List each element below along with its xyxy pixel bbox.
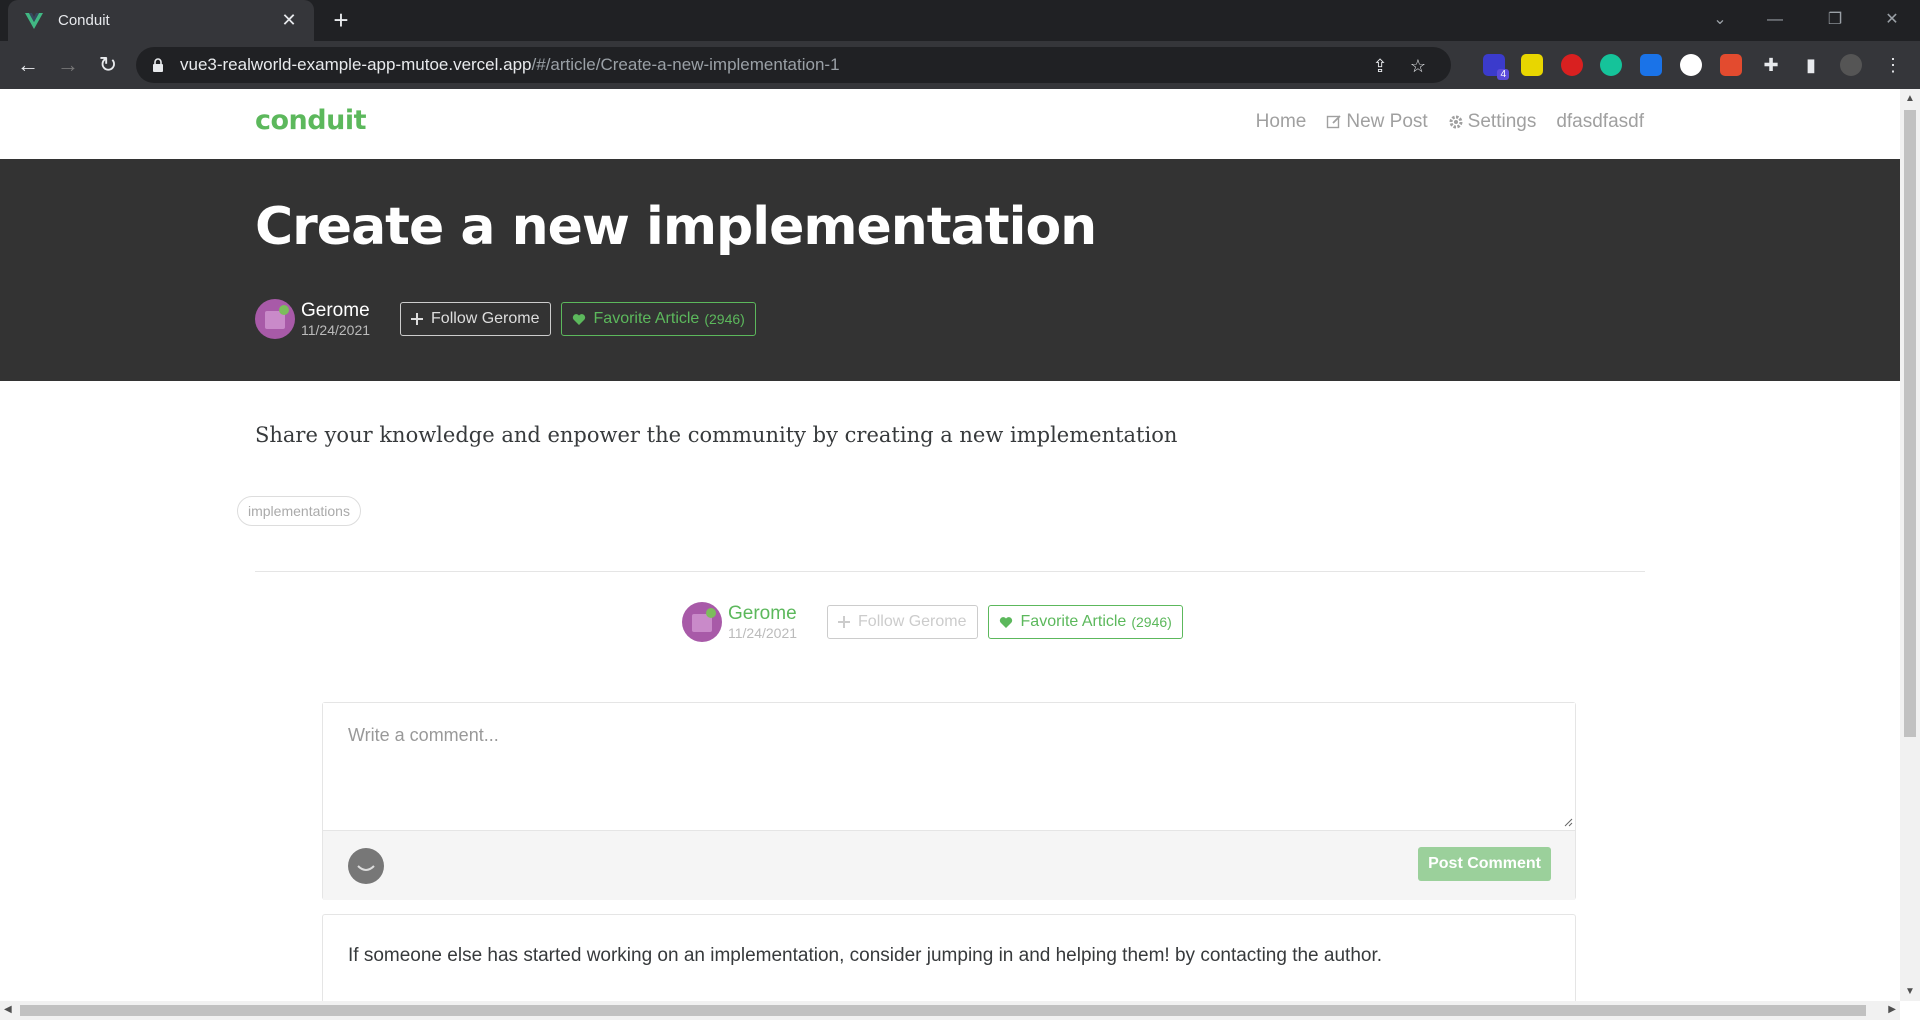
extension-icon[interactable]: [1640, 54, 1662, 76]
page-viewport: conduit Home New Post Settings dfasdfasd…: [0, 89, 1900, 1001]
comment-text: If someone else has started working on a…: [348, 945, 1383, 966]
article-meta: Gerome 11/24/2021 Follow Gerome Favorite…: [255, 299, 756, 339]
nav-new-post[interactable]: New Post: [1326, 111, 1428, 133]
address-bar[interactable]: vue3-realworld-example-app-mutoe.vercel.…: [136, 47, 1451, 83]
forward-icon[interactable]: →: [52, 49, 84, 81]
extension-icon[interactable]: [1680, 54, 1702, 76]
author-info: Gerome 11/24/2021: [301, 301, 370, 337]
follow-button[interactable]: Follow Gerome: [827, 605, 978, 639]
tab-title: Conduit: [58, 12, 110, 29]
article-banner: Create a new implementation Gerome 11/24…: [0, 159, 1900, 381]
browser-tab[interactable]: Conduit ✕: [8, 0, 314, 41]
nav-home[interactable]: Home: [1256, 111, 1307, 133]
favorite-label: Favorite Article: [1020, 613, 1127, 630]
browser-toolbar: ← → ↻ vue3-realworld-example-app-mutoe.v…: [0, 41, 1920, 89]
grammarly-icon[interactable]: [1600, 54, 1622, 76]
nav-profile-label: dfasdfasdf: [1556, 111, 1644, 132]
bookmark-star-icon[interactable]: ☆: [1407, 55, 1429, 77]
plus-icon: [411, 313, 424, 325]
brand-logo[interactable]: conduit: [255, 105, 367, 136]
reload-icon[interactable]: ↻: [92, 49, 124, 81]
follow-button[interactable]: Follow Gerome: [400, 302, 551, 336]
favorite-button[interactable]: Favorite Article (2946): [560, 302, 756, 336]
url-path: /#/article/Create-a-new-implementation-1: [531, 55, 840, 74]
author-name[interactable]: Gerome: [728, 604, 797, 623]
extension-icon[interactable]: [1521, 54, 1543, 76]
favorite-button[interactable]: Favorite Article (2946): [987, 605, 1183, 639]
avatar[interactable]: [682, 602, 722, 642]
horizontal-scroll-thumb[interactable]: [20, 1005, 1866, 1016]
nav-settings-label: Settings: [1467, 111, 1537, 132]
horizontal-scrollbar[interactable]: ◀ ▶: [0, 1001, 1900, 1020]
avatar[interactable]: [255, 299, 295, 339]
divider: [255, 571, 1645, 572]
vertical-scroll-thumb[interactable]: [1904, 110, 1916, 737]
tab-close-icon[interactable]: ✕: [278, 10, 300, 31]
nav-settings[interactable]: Settings: [1448, 111, 1537, 133]
profile-avatar[interactable]: [1840, 54, 1862, 76]
back-icon[interactable]: ←: [12, 49, 44, 81]
menu-icon[interactable]: ⋮: [1882, 54, 1904, 76]
scroll-up-icon[interactable]: ▲: [1905, 93, 1915, 104]
author-name[interactable]: Gerome: [301, 301, 370, 320]
article-title: Create a new implementation: [255, 197, 1097, 257]
scroll-left-icon[interactable]: ◀: [4, 1004, 12, 1015]
browser-tab-bar: Conduit ✕ + ⌄ — ❐ ✕: [0, 0, 1920, 41]
nav-new-post-label: New Post: [1346, 111, 1428, 132]
article-date: 11/24/2021: [301, 322, 371, 338]
post-comment-button[interactable]: Post Comment: [1418, 847, 1551, 881]
article-meta-bottom: Gerome 11/24/2021 Follow Gerome Favorite…: [682, 602, 1183, 642]
lock-icon: [153, 58, 163, 72]
new-tab-button[interactable]: +: [326, 6, 356, 36]
comment-avatar: [348, 848, 384, 884]
favorite-label: Favorite Article: [593, 310, 700, 327]
sidebar-icon[interactable]: ▮: [1800, 54, 1822, 76]
plus-icon: [838, 616, 851, 628]
compose-icon: [1327, 115, 1341, 129]
site-navbar: conduit Home New Post Settings dfasdfasd…: [0, 89, 1900, 159]
gear-icon: [1449, 115, 1463, 129]
url-host: vue3-realworld-example-app-mutoe.vercel.…: [180, 55, 532, 74]
favorite-count: (2946): [704, 311, 745, 327]
vertical-scrollbar[interactable]: ▲ ▼: [1900, 89, 1920, 1001]
tag-pill[interactable]: implementations: [237, 496, 361, 526]
follow-label: Follow Gerome: [858, 613, 967, 630]
nav-profile[interactable]: dfasdfasdf: [1556, 111, 1644, 133]
heart-icon: [572, 313, 585, 325]
vue-logo-icon: [25, 12, 43, 29]
favorite-count: (2946): [1131, 614, 1172, 630]
puzzle-icon[interactable]: ✚: [1760, 54, 1782, 76]
comment-form-footer: Post Comment: [323, 830, 1575, 900]
extension-icon[interactable]: [1561, 54, 1583, 76]
share-icon[interactable]: ⇪: [1369, 55, 1391, 77]
comment-card: If someone else has started working on a…: [322, 914, 1576, 1001]
follow-label: Follow Gerome: [431, 310, 540, 327]
extension-badge: 4: [1497, 69, 1509, 80]
tab-search-icon[interactable]: ⌄: [1700, 6, 1740, 34]
article-date: 11/24/2021: [728, 625, 798, 641]
extension-icon[interactable]: [1720, 54, 1742, 76]
author-info: Gerome 11/24/2021: [728, 604, 797, 640]
extension-icon[interactable]: 4: [1483, 54, 1509, 80]
comment-input[interactable]: [323, 703, 1575, 830]
resize-handle-icon[interactable]: [1563, 817, 1573, 827]
scroll-right-icon[interactable]: ▶: [1888, 1004, 1896, 1015]
nav-home-label: Home: [1255, 111, 1307, 132]
smiley-icon: [357, 865, 375, 871]
scroll-down-icon[interactable]: ▼: [1905, 986, 1915, 997]
close-window-button[interactable]: ✕: [1872, 6, 1912, 34]
restore-button[interactable]: ❐: [1815, 6, 1855, 34]
article-body: Share your knowledge and enpower the com…: [255, 423, 1178, 447]
comment-form: Post Comment: [322, 702, 1576, 900]
minimize-button[interactable]: —: [1755, 6, 1795, 34]
heart-icon: [999, 616, 1012, 628]
nav-links: Home New Post Settings dfasdfasdf: [1256, 111, 1644, 133]
